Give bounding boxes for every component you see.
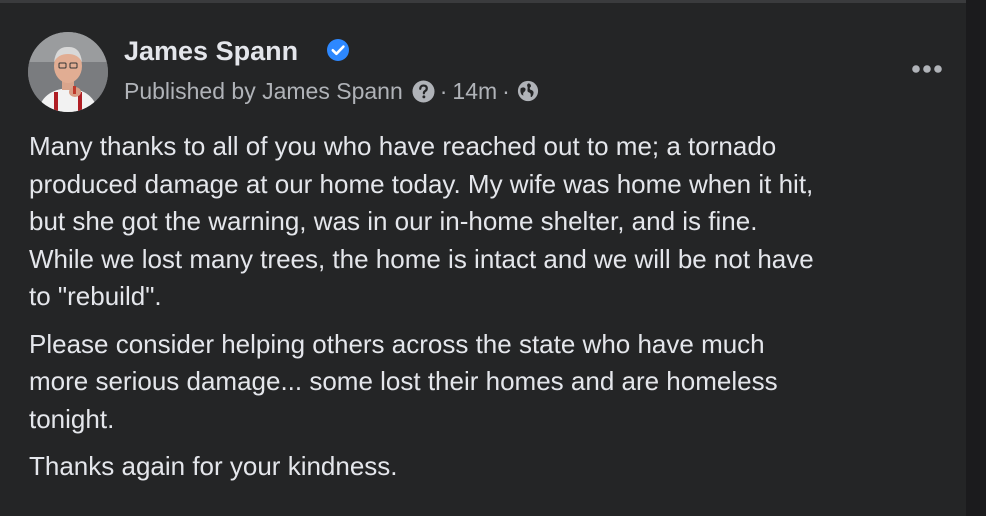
avatar-photo	[28, 32, 108, 112]
author-name[interactable]: James Spann	[124, 34, 298, 68]
post-paragraph: Please consider helping others across th…	[29, 328, 778, 434]
author-avatar[interactable]	[28, 32, 108, 112]
page-edge	[966, 0, 986, 516]
post-meta: Published by James Spann · 14m ·	[124, 75, 539, 107]
post-card: James Spann Published by James Spann · 1…	[0, 3, 966, 516]
post-paragraph: Many thanks to all of you who have reach…	[29, 131, 814, 311]
question-icon[interactable]	[412, 79, 435, 103]
post-text: Many thanks to all of you who have reach…	[29, 128, 959, 496]
verified-badge-icon	[327, 39, 349, 61]
meta-separator: ·	[502, 77, 510, 104]
more-dots-icon	[912, 65, 942, 73]
post-timestamp[interactable]: 14m	[452, 78, 497, 105]
meta-separator: ·	[439, 77, 448, 104]
published-by-text: Published by James Spann	[124, 77, 403, 104]
globe-icon	[517, 80, 538, 102]
post-paragraph: Thanks again for your kindness.	[29, 451, 398, 481]
more-options-button[interactable]	[902, 49, 952, 89]
